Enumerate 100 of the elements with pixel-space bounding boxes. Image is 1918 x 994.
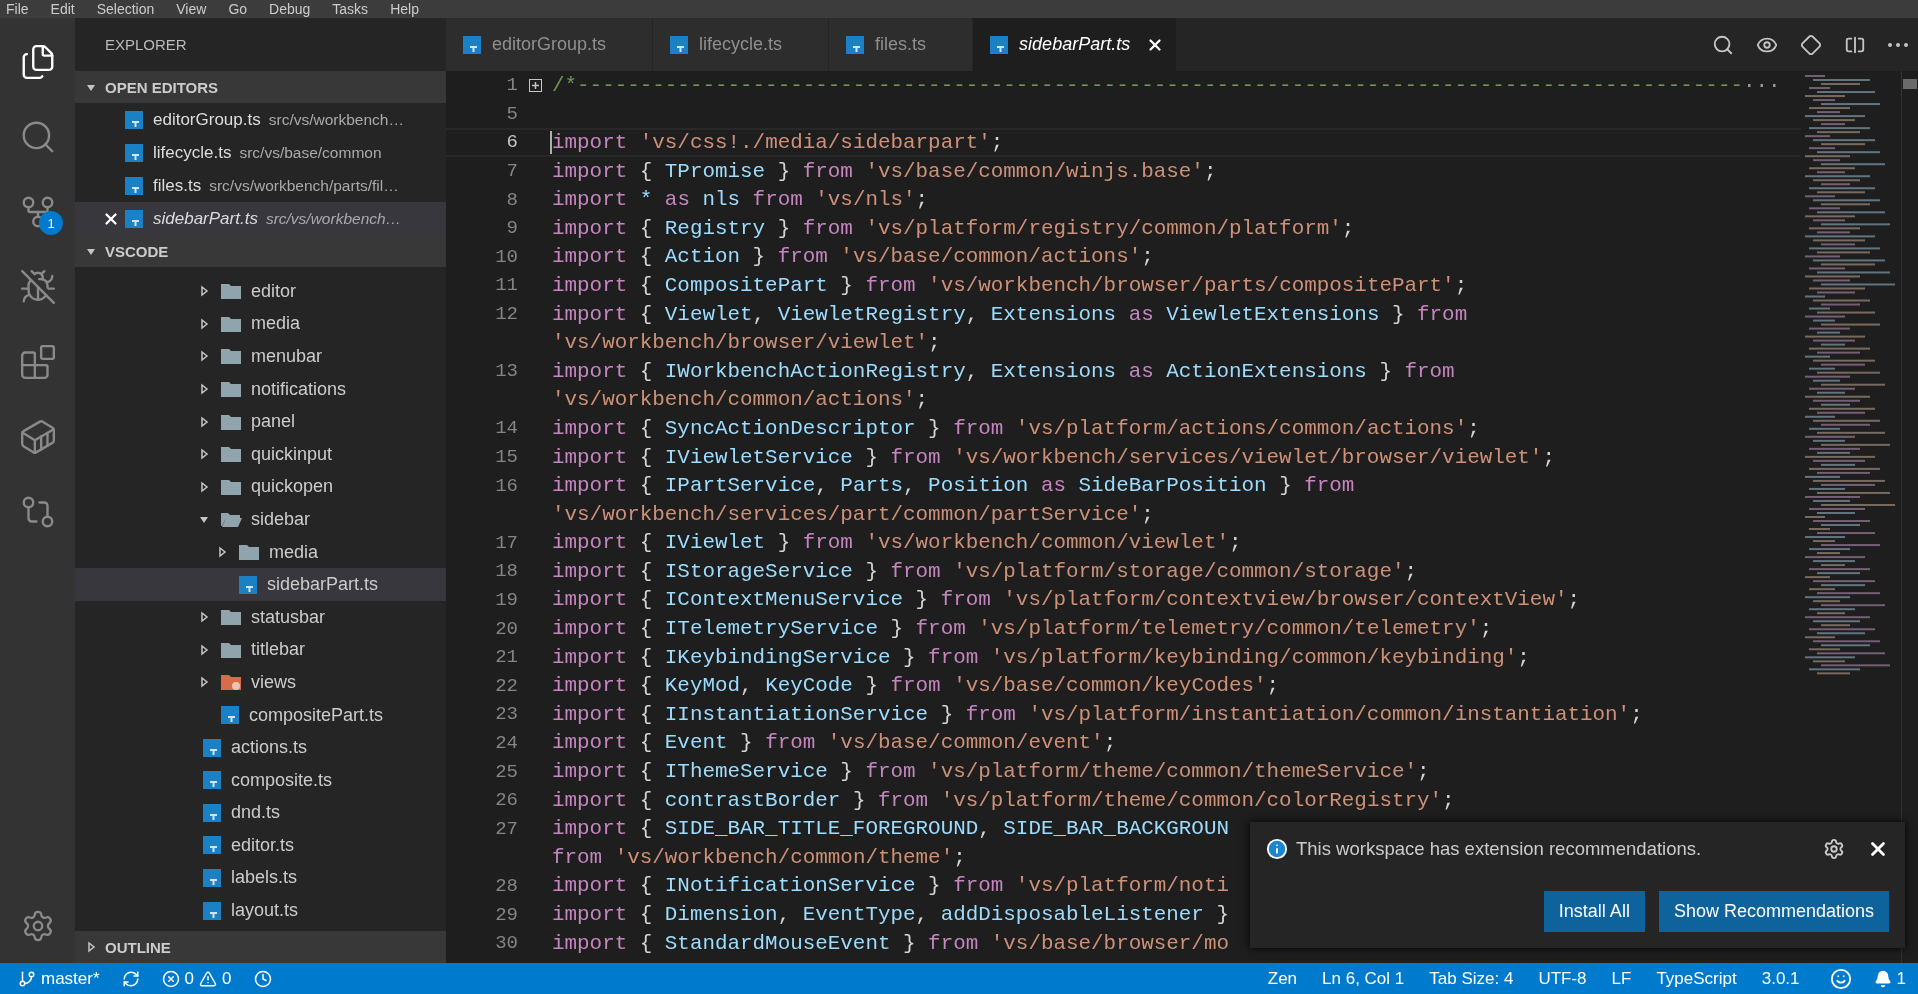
notification-button[interactable]: Install All — [1543, 891, 1645, 932]
typescript-file-icon — [202, 868, 222, 888]
caret-right-icon[interactable] — [198, 285, 210, 298]
code-line: import { Action } from 'vs/base/common/actions'; — [552, 245, 1154, 269]
code-line: import { IInstantiationService } from 'vs/platform/instantiation/common/instantiation'; — [552, 702, 1643, 726]
tree-item[interactable]: quickopen — [75, 470, 446, 504]
warning-icon — [199, 969, 218, 988]
caret-right-icon[interactable] — [198, 415, 210, 428]
tree-item[interactable]: sidebar — [75, 503, 446, 536]
problems-status[interactable]: 0 0 — [161, 968, 232, 989]
line-number: 28 — [494, 874, 518, 897]
tree-item[interactable]: media — [75, 307, 446, 341]
menu-item[interactable]: Go — [228, 0, 248, 18]
caret-right-icon[interactable] — [198, 611, 210, 624]
tree-item[interactable]: sidebarPart.ts — [75, 568, 446, 601]
typescript-file-icon — [124, 175, 144, 196]
caret-right-icon[interactable] — [198, 480, 210, 493]
open-editor-item[interactable]: lifecycle.ts src/vs/base/common — [75, 136, 446, 169]
scrollbar-thumb[interactable] — [1903, 79, 1917, 89]
line-number: 30 — [494, 932, 518, 955]
caret-right-icon[interactable] — [198, 350, 210, 363]
editor-tab[interactable]: lifecycle.ts — [653, 18, 830, 71]
editor-tab[interactable]: sidebarPart.ts — [973, 18, 1178, 71]
code-line: import { TPromise } from 'vs/base/common/winjs.base'; — [552, 159, 1217, 183]
branch-status[interactable]: master* — [18, 968, 100, 989]
tree-item[interactable]: editor.ts — [75, 829, 446, 862]
search-icon — [1712, 33, 1734, 56]
status-item[interactable]: TypeScript — [1656, 968, 1737, 989]
tree-item[interactable]: statusbar — [75, 600, 446, 634]
line-number: 15 — [494, 446, 518, 468]
tree-item[interactable]: composite.ts — [75, 763, 446, 797]
caret-right-icon[interactable] — [216, 546, 228, 559]
code-line: /*---------------------------------------------------------------------------------------------··· — [552, 73, 1781, 97]
tree-item[interactable]: menubar — [75, 340, 446, 373]
section-header[interactable]: OPEN EDITORS — [75, 71, 446, 103]
menu-item[interactable]: Debug — [269, 0, 311, 18]
status-item[interactable]: Zen — [1267, 968, 1298, 989]
notification-message: This workspace has extension recommendations. — [1296, 838, 1703, 860]
activity-bar-button[interactable]: 1 — [0, 174, 75, 249]
folder-icon — [220, 608, 242, 627]
open-editor-item[interactable]: editorGroup.ts src/vs/workbench… — [75, 103, 446, 136]
editor-tab[interactable]: editorGroup.ts — [446, 18, 654, 71]
status-item[interactable]: Ln 6, Col 1 — [1322, 968, 1405, 989]
open-editor-item[interactable]: files.ts src/vs/workbench/parts/fil… — [75, 169, 446, 202]
code-line: import { ITelemetryService } from 'vs/platform/telemetry/common/telemetry'; — [552, 617, 1493, 641]
expand-icon[interactable] — [528, 78, 542, 92]
line-number: 23 — [494, 703, 518, 726]
tree-item[interactable]: views — [75, 666, 446, 699]
section-header[interactable]: OUTLINE — [75, 931, 446, 963]
caret-right-icon[interactable] — [198, 317, 210, 330]
bug-icon — [18, 267, 57, 306]
more-icon[interactable] — [1888, 42, 1908, 47]
tree-item[interactable]: panel — [75, 405, 446, 438]
editor-tab[interactable]: files.ts — [829, 18, 974, 71]
tree-item[interactable]: editor — [75, 275, 446, 308]
notifications-status[interactable]: 1 — [1873, 968, 1906, 989]
typescript-file-icon — [202, 835, 222, 856]
tree-item[interactable]: layout.ts — [75, 894, 446, 927]
caret-right-icon[interactable] — [198, 676, 210, 689]
typescript-file-icon — [220, 705, 240, 725]
caret-right-icon[interactable] — [198, 383, 210, 396]
code-line: import { SyncActionDescriptor } from 'vs/platform/actions/common/actions'; — [552, 416, 1480, 440]
menu-item[interactable]: File — [6, 0, 29, 18]
menu-item[interactable]: View — [176, 0, 207, 18]
tree-item[interactable]: labels.ts — [75, 861, 446, 895]
folder-icon — [220, 347, 242, 366]
tree-item[interactable]: quickinput — [75, 437, 446, 471]
count-badge: 1 — [39, 211, 63, 235]
line-number: 10 — [494, 245, 518, 268]
notification-button[interactable]: Show Recommendations — [1658, 891, 1889, 932]
menu-item[interactable]: Selection — [96, 0, 155, 18]
caret-right-icon[interactable] — [198, 643, 210, 656]
menu-item[interactable]: Tasks — [332, 0, 369, 18]
status-item[interactable]: UTF-8 — [1538, 968, 1587, 989]
status-item[interactable]: LF — [1611, 968, 1632, 989]
tree-item[interactable]: compositePart.ts — [75, 698, 446, 732]
line-number: 24 — [494, 731, 518, 754]
line-number: 17 — [494, 531, 518, 554]
caret-right-icon[interactable] — [85, 941, 97, 953]
menu-item[interactable]: Help — [390, 0, 419, 18]
typescript-file-icon — [202, 737, 222, 758]
section-header[interactable]: VSCODE — [75, 235, 446, 267]
tree-item[interactable]: dnd.ts — [75, 796, 446, 830]
menu-item[interactable]: Edit — [50, 0, 75, 18]
open-editor-item[interactable]: sidebarPart.ts src/vs/workbench… — [75, 202, 446, 235]
status-item[interactable]: Tab Size: 4 — [1429, 968, 1514, 989]
tree-item[interactable]: media — [75, 535, 446, 569]
tree-item[interactable]: actions.ts — [75, 731, 446, 764]
code-line: import { IViewletService } from 'vs/workbench/services/viewlet/browser/viewlet'; — [552, 445, 1555, 469]
tree-item[interactable]: titlebar — [75, 633, 446, 667]
status-item[interactable]: 3.0.1 — [1761, 968, 1800, 989]
code-line: import * as nls from 'vs/nls'; — [552, 188, 929, 212]
sidebar-title: EXPLORER — [104, 35, 188, 55]
bell-icon — [1873, 969, 1892, 988]
code-line: 'vs/workbench/services/part/common/partService'; — [552, 502, 1154, 526]
line-number: 29 — [494, 903, 518, 926]
tree-item[interactable]: notifications — [75, 372, 446, 406]
code-line: import { contrastBorder } from 'vs/platform/theme/common/colorRegistry'; — [552, 788, 1455, 812]
caret-right-icon[interactable] — [198, 448, 210, 461]
code-line: from 'vs/workbench/common/theme'; — [552, 845, 966, 869]
